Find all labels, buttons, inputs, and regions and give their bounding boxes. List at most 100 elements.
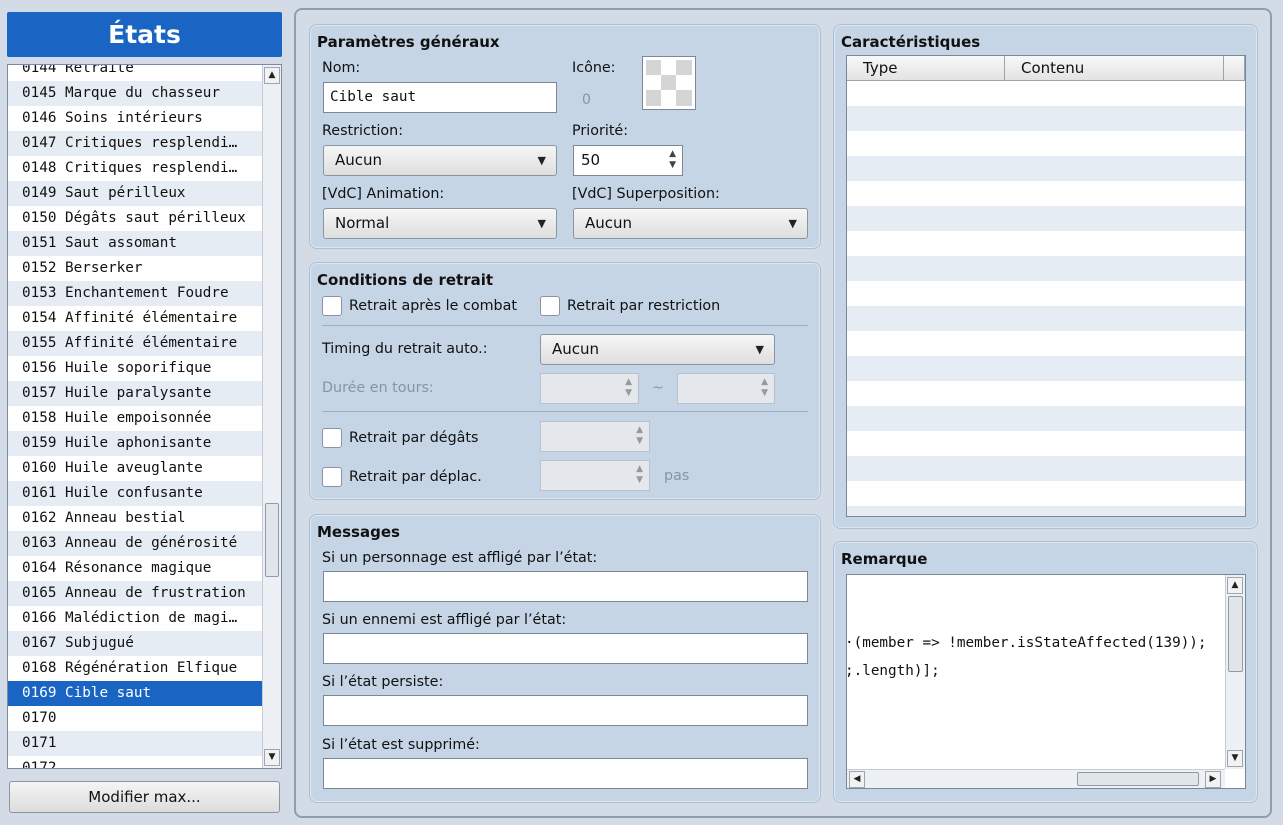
- list-item[interactable]: 0172: [8, 756, 263, 768]
- scroll-left-button[interactable]: ◀: [849, 771, 865, 788]
- overlay-select[interactable]: Aucun ▼: [573, 208, 808, 239]
- steps-stepper[interactable]: ▲ ▼: [540, 460, 650, 491]
- list-item[interactable]: 0166 Malédiction de magi…: [8, 606, 263, 631]
- scroll-down-button[interactable]: ▼: [1227, 750, 1243, 767]
- modify-max-button[interactable]: Modifier max...: [9, 781, 280, 813]
- table-row[interactable]: [847, 106, 1245, 131]
- name-field[interactable]: Cible saut: [323, 82, 557, 113]
- list-item[interactable]: 0170: [8, 706, 263, 731]
- main-area: Paramètres généraux Nom: Cible saut Icôn…: [294, 8, 1272, 818]
- actor-message-field[interactable]: [323, 571, 808, 602]
- table-row[interactable]: [847, 306, 1245, 331]
- scroll-up-button[interactable]: ▲: [1227, 577, 1243, 594]
- remove-by-walking-checkbox[interactable]: [322, 467, 342, 487]
- list-item[interactable]: 0146 Soins intérieurs: [8, 106, 263, 131]
- table-row[interactable]: [847, 356, 1245, 381]
- table-row[interactable]: [847, 256, 1245, 281]
- note-vscrollbar[interactable]: ▲ ▼: [1225, 575, 1245, 769]
- list-item[interactable]: 0161 Huile confusante: [8, 481, 263, 506]
- table-row[interactable]: [847, 431, 1245, 456]
- remove-after-battle-label[interactable]: Retrait après le combat: [349, 298, 517, 314]
- spin-arrows-icon[interactable]: ▲ ▼: [636, 464, 643, 486]
- restriction-select[interactable]: Aucun ▼: [323, 145, 557, 176]
- list-item[interactable]: 0155 Affinité élémentaire: [8, 331, 263, 356]
- damage-stepper[interactable]: ▲ ▼: [540, 421, 650, 452]
- table-row[interactable]: [847, 506, 1245, 516]
- table-row[interactable]: [847, 456, 1245, 481]
- scroll-thumb[interactable]: [265, 503, 279, 577]
- scroll-right-button[interactable]: ▶: [1205, 771, 1221, 788]
- table-row[interactable]: [847, 231, 1245, 256]
- removed-message-field[interactable]: [323, 758, 808, 789]
- table-row[interactable]: [847, 206, 1245, 231]
- scroll-thumb[interactable]: [1228, 596, 1243, 672]
- table-row[interactable]: [847, 181, 1245, 206]
- dropdown-arrow-icon: ▼: [537, 217, 546, 230]
- note-editor[interactable]: ·(member => !member.isStateAffected(139)…: [846, 574, 1246, 789]
- icon-picker[interactable]: [642, 56, 696, 110]
- table-row[interactable]: [847, 131, 1245, 156]
- list-item[interactable]: 0171: [8, 731, 263, 756]
- list-item[interactable]: 0150 Dégâts saut périlleux: [8, 206, 263, 231]
- name-label: Nom:: [322, 60, 361, 76]
- list-item[interactable]: 0144 Retraite: [8, 65, 263, 81]
- list-item[interactable]: 0149 Saut périlleux: [8, 181, 263, 206]
- table-row[interactable]: [847, 331, 1245, 356]
- remove-by-restriction-label[interactable]: Retrait par restriction: [567, 298, 720, 314]
- list-item[interactable]: 0151 Saut assomant: [8, 231, 263, 256]
- note-line-1: ·(member => !member.isStateAffected(139)…: [846, 635, 1207, 651]
- list-item[interactable]: 0162 Anneau bestial: [8, 506, 263, 531]
- list-item[interactable]: 0168 Régénération Elfique: [8, 656, 263, 681]
- list-item[interactable]: 0158 Huile empoisonnée: [8, 406, 263, 431]
- table-row[interactable]: [847, 281, 1245, 306]
- list-item[interactable]: 0164 Résonance magique: [8, 556, 263, 581]
- list-item[interactable]: 0153 Enchantement Foudre: [8, 281, 263, 306]
- table-row[interactable]: [847, 381, 1245, 406]
- list-scrollbar[interactable]: ▲ ▼: [262, 65, 281, 768]
- scroll-thumb[interactable]: [1077, 772, 1199, 786]
- list-item[interactable]: 0157 Huile paralysante: [8, 381, 263, 406]
- scroll-down-button[interactable]: ▼: [264, 749, 280, 766]
- list-item[interactable]: 0167 Subjugué: [8, 631, 263, 656]
- list-item[interactable]: 0156 Huile soporifique: [8, 356, 263, 381]
- remove-by-walking-label[interactable]: Retrait par déplac.: [349, 469, 482, 485]
- table-row[interactable]: [847, 81, 1245, 106]
- duration-min-stepper[interactable]: ▲ ▼: [540, 373, 639, 404]
- list-item[interactable]: 0147 Critiques resplendi…: [8, 131, 263, 156]
- traits-table[interactable]: Type Contenu: [846, 55, 1246, 517]
- remove-by-damage-checkbox[interactable]: [322, 428, 342, 448]
- list-item[interactable]: 0160 Huile aveuglante: [8, 456, 263, 481]
- list-item[interactable]: 0169 Cible saut: [8, 681, 263, 706]
- list-item[interactable]: 0145 Marque du chasseur: [8, 81, 263, 106]
- list-item[interactable]: 0165 Anneau de frustration: [8, 581, 263, 606]
- spin-arrows-icon[interactable]: ▲ ▼: [761, 377, 768, 399]
- table-row[interactable]: [847, 156, 1245, 181]
- icon-index: 0: [582, 92, 591, 108]
- list-item[interactable]: 0148 Critiques resplendi…: [8, 156, 263, 181]
- list-item[interactable]: 0154 Affinité élémentaire: [8, 306, 263, 331]
- states-list-rows: 0144 Retraite 0145 Marque du chasseur 0146…: [8, 65, 263, 768]
- scroll-up-button[interactable]: ▲: [264, 67, 280, 84]
- list-item[interactable]: 0163 Anneau de générosité: [8, 531, 263, 556]
- removal-title: Conditions de retrait: [317, 271, 494, 289]
- column-header-content[interactable]: Contenu: [1005, 56, 1224, 81]
- list-item[interactable]: 0159 Huile aphonisante: [8, 431, 263, 456]
- animation-select[interactable]: Normal ▼: [323, 208, 557, 239]
- priority-stepper[interactable]: 50 ▲ ▼: [573, 145, 683, 176]
- table-row[interactable]: [847, 481, 1245, 506]
- states-list[interactable]: 0144 Retraite 0145 Marque du chasseur 0146…: [7, 64, 282, 769]
- column-header-type[interactable]: Type: [847, 56, 1005, 81]
- spin-arrows-icon[interactable]: ▲ ▼: [669, 149, 676, 171]
- list-item[interactable]: 0152 Berserker: [8, 256, 263, 281]
- spin-arrows-icon[interactable]: ▲ ▼: [625, 377, 632, 399]
- duration-max-stepper[interactable]: ▲ ▼: [677, 373, 775, 404]
- enemy-message-field[interactable]: [323, 633, 808, 664]
- table-row[interactable]: [847, 406, 1245, 431]
- remove-by-damage-label[interactable]: Retrait par dégâts: [349, 430, 478, 446]
- spin-arrows-icon[interactable]: ▲ ▼: [636, 425, 643, 447]
- remove-after-battle-checkbox[interactable]: [322, 296, 342, 316]
- auto-timing-select[interactable]: Aucun ▼: [540, 334, 775, 365]
- persist-message-field[interactable]: [323, 695, 808, 726]
- remove-by-restriction-checkbox[interactable]: [540, 296, 560, 316]
- note-hscrollbar[interactable]: ◀ ▶: [847, 769, 1225, 788]
